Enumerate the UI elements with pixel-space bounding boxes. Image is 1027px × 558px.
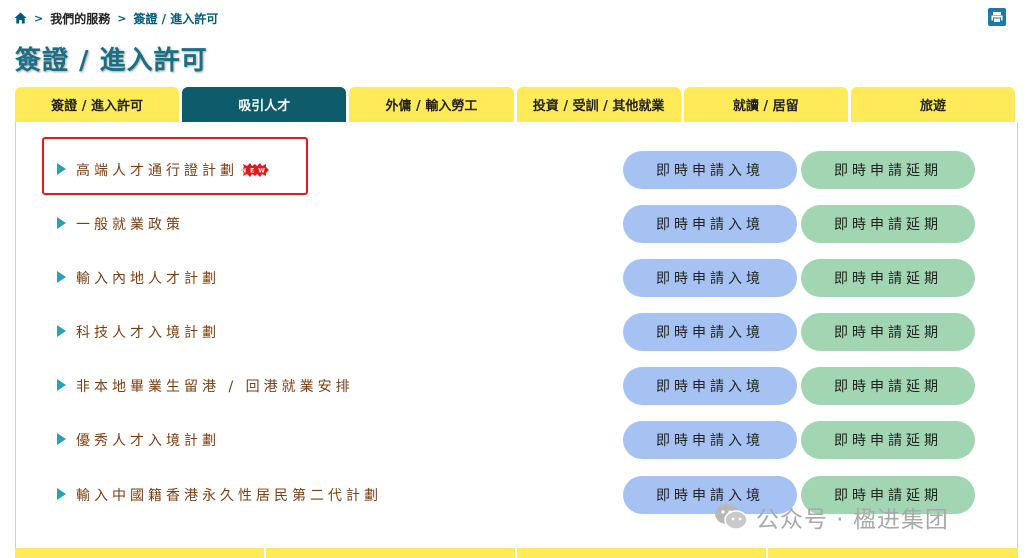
apply-extension-button[interactable]: 即時申請延期 xyxy=(801,151,975,189)
scheme-row: 優秀人才入境計劃 即時申請入境 即時申請延期 xyxy=(16,421,1017,459)
tab-visa-entry[interactable]: 簽證 / 進入許可 xyxy=(15,87,180,122)
scheme-panel: 高端人才通行證計劃 NEW 即時申請入境 即時申請延期 一般就業政策 即時申請入境… xyxy=(15,122,1018,552)
scheme-link[interactable]: 高端人才通行證計劃 NEW xyxy=(76,151,270,189)
scheme-link[interactable]: 輸入中國籍香港永久性居民第二代計劃 xyxy=(76,476,382,514)
scheme-row: 科技人才入境計劃 即時申請入境 即時申請延期 xyxy=(16,313,1017,351)
scheme-link[interactable]: 科技人才入境計劃 xyxy=(76,313,220,351)
apply-entry-button[interactable]: 即時申請入境 xyxy=(623,313,797,351)
breadcrumb-separator: > xyxy=(117,11,127,25)
apply-extension-button[interactable]: 即時申請延期 xyxy=(801,259,975,297)
triangle-icon xyxy=(57,488,66,500)
tab-travel[interactable]: 旅遊 xyxy=(850,87,1016,122)
page-title: 簽證 / 進入許可 xyxy=(15,46,208,76)
apply-entry-button[interactable]: 即時申請入境 xyxy=(623,205,797,243)
watermark: 公众号 · 楹进集团 xyxy=(714,500,949,534)
apply-extension-button[interactable]: 即時申請延期 xyxy=(801,367,975,405)
scheme-link[interactable]: 優秀人才入境計劃 xyxy=(76,421,220,459)
apply-entry-button[interactable]: 即時申請入境 xyxy=(623,421,797,459)
watermark-text: 公众号 · 楹进集团 xyxy=(756,507,949,533)
home-icon[interactable] xyxy=(14,12,27,24)
breadcrumb: > 我們的服務 > 簽證 / 進入許可 xyxy=(14,9,218,27)
tab-investment-training[interactable]: 投資 / 受訓 / 其他就業 xyxy=(516,87,681,122)
apply-extension-button[interactable]: 即時申請延期 xyxy=(801,421,975,459)
apply-entry-button[interactable]: 即時申請入境 xyxy=(623,151,797,189)
apply-extension-button[interactable]: 即時申請延期 xyxy=(801,205,975,243)
triangle-icon xyxy=(57,325,66,337)
bottom-tab-strip xyxy=(15,548,1018,558)
scheme-row: 高端人才通行證計劃 NEW 即時申請入境 即時申請延期 xyxy=(16,151,1017,189)
tab-talent[interactable]: 吸引人才 xyxy=(182,87,347,122)
divider xyxy=(264,548,266,558)
triangle-icon xyxy=(57,433,66,445)
apply-entry-button[interactable]: 即時申請入境 xyxy=(623,259,797,297)
triangle-icon xyxy=(57,271,66,283)
scheme-link[interactable]: 輸入內地人才計劃 xyxy=(76,259,220,297)
breadcrumb-link-services[interactable]: 我們的服務 xyxy=(50,10,110,27)
apply-entry-button[interactable]: 即時申請入境 xyxy=(623,367,797,405)
tab-domestic-helpers[interactable]: 外傭 / 輸入勞工 xyxy=(349,87,514,122)
scheme-row: 輸入內地人才計劃 即時申請入境 即時申請延期 xyxy=(16,259,1017,297)
svg-text:NEW: NEW xyxy=(241,168,269,175)
wechat-icon xyxy=(714,502,748,532)
triangle-icon xyxy=(57,217,66,229)
print-icon[interactable] xyxy=(988,8,1006,26)
triangle-icon xyxy=(57,379,66,391)
tab-study-residence[interactable]: 就讀 / 居留 xyxy=(683,87,848,122)
breadcrumb-link-visa[interactable]: 簽證 / 進入許可 xyxy=(133,10,218,27)
scheme-link[interactable]: 非本地畢業生留港 / 回港就業安排 xyxy=(76,367,354,405)
divider xyxy=(766,548,768,558)
divider xyxy=(515,548,517,558)
tab-bar: 簽證 / 進入許可 吸引人才 外傭 / 輸入勞工 投資 / 受訓 / 其他就業 … xyxy=(15,87,1016,122)
breadcrumb-separator: > xyxy=(34,11,44,25)
new-badge-icon: NEW xyxy=(240,163,270,177)
scheme-name: 高端人才通行證計劃 xyxy=(76,163,238,179)
scheme-row: 非本地畢業生留港 / 回港就業安排 即時申請入境 即時申請延期 xyxy=(16,367,1017,405)
apply-extension-button[interactable]: 即時申請延期 xyxy=(801,313,975,351)
triangle-icon xyxy=(57,163,66,175)
scheme-row: 一般就業政策 即時申請入境 即時申請延期 xyxy=(16,205,1017,243)
scheme-link[interactable]: 一般就業政策 xyxy=(76,205,184,243)
